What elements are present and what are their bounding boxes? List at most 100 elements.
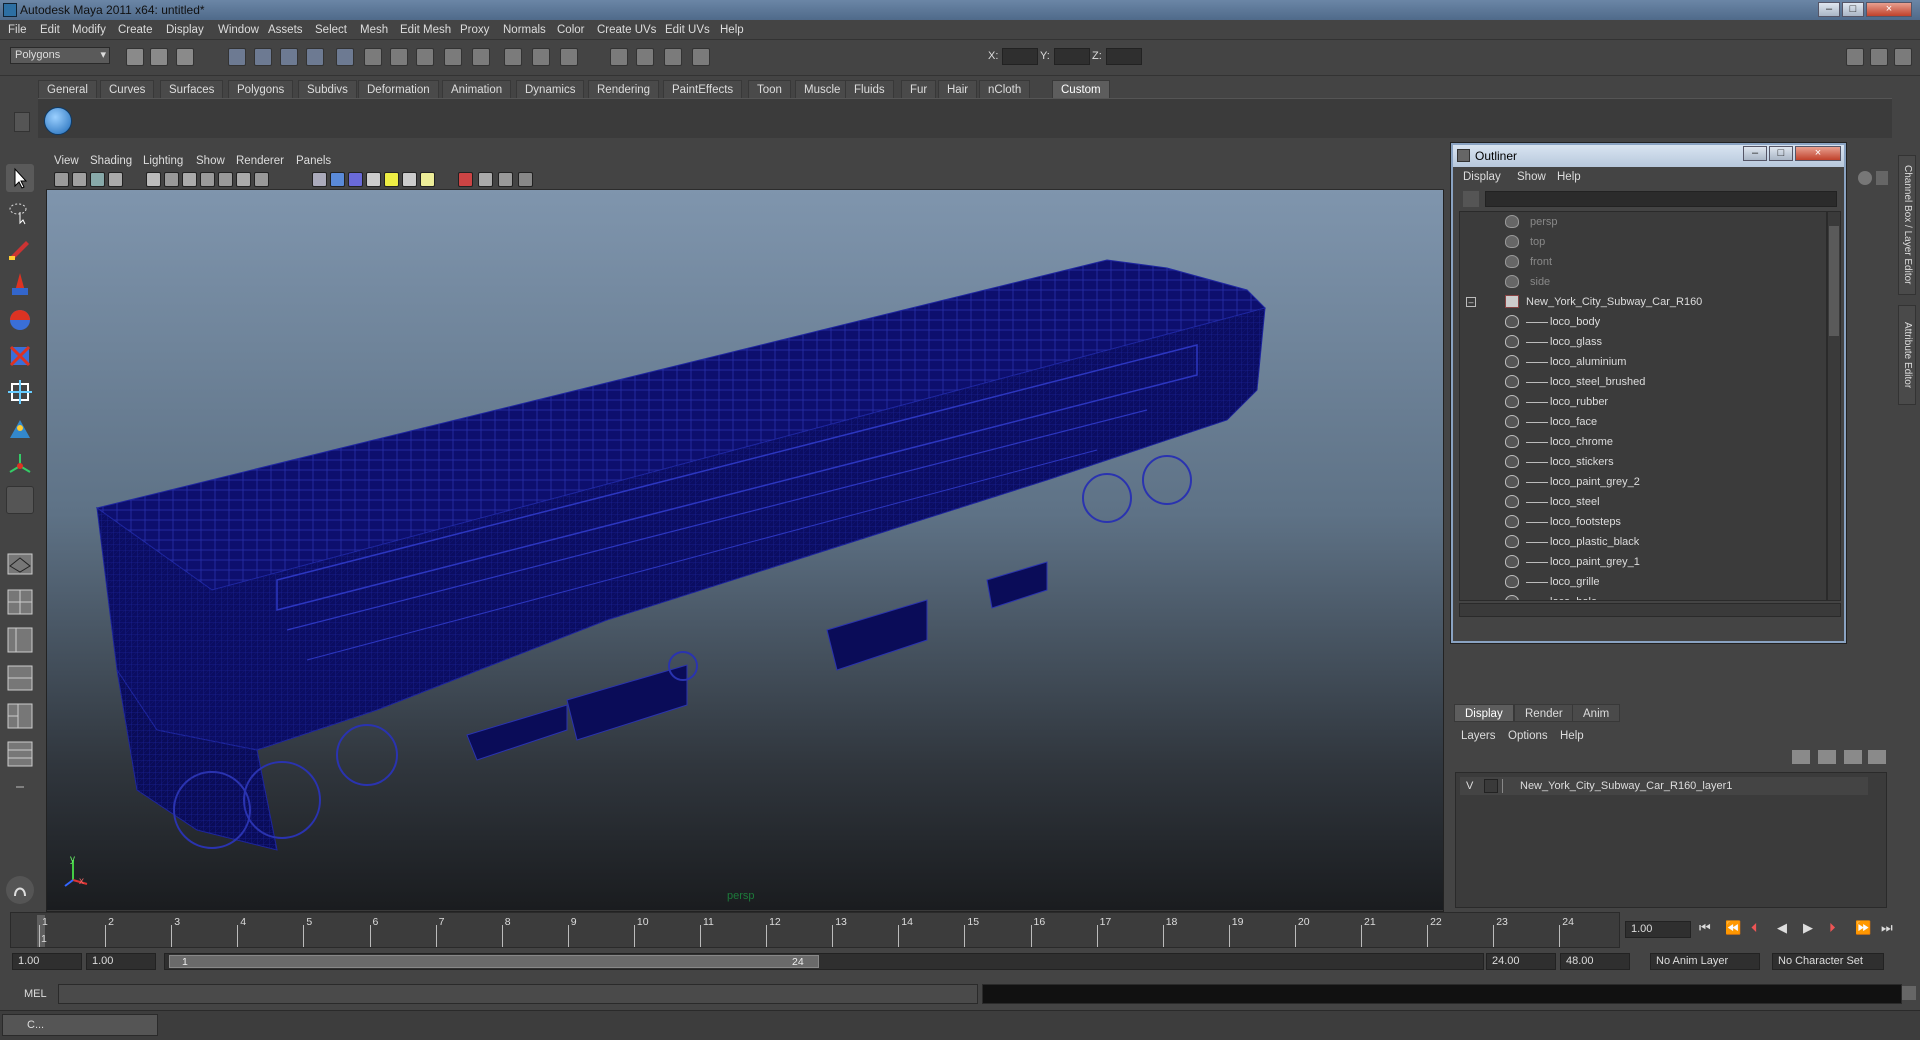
outliner-row-camera[interactable]: side bbox=[1460, 272, 1820, 292]
character-set-select[interactable]: No Character Set bbox=[1772, 953, 1884, 970]
outliner-row-camera[interactable]: top bbox=[1460, 232, 1820, 252]
menu-normals[interactable]: Normals bbox=[503, 24, 546, 36]
paint-select-tool-icon[interactable] bbox=[6, 234, 34, 262]
current-time-field[interactable]: 1.00 bbox=[1625, 921, 1691, 938]
manipulator-tool-icon[interactable] bbox=[6, 378, 34, 406]
attribute-editor-icon[interactable] bbox=[1870, 48, 1888, 66]
shelf-tab-muscle[interactable]: Muscle bbox=[795, 80, 850, 98]
tool-settings-toggle-icon[interactable] bbox=[1894, 48, 1912, 66]
menu-proxy[interactable]: Proxy bbox=[460, 24, 489, 36]
layer-menu-options[interactable]: Options bbox=[1508, 730, 1548, 742]
input-ops-icon[interactable] bbox=[504, 48, 522, 66]
viewport-menu-view[interactable]: View bbox=[54, 155, 79, 167]
move-layer-up-icon[interactable] bbox=[1792, 750, 1810, 764]
command-input[interactable] bbox=[58, 984, 978, 1004]
select-by-hierarchy-icon[interactable] bbox=[228, 48, 246, 66]
layer-tab-anim[interactable]: Anim bbox=[1572, 704, 1621, 722]
custom-shelf-check-icon[interactable] bbox=[44, 107, 72, 135]
render-settings-icon[interactable] bbox=[664, 48, 682, 66]
layer-menu-help[interactable]: Help bbox=[1560, 730, 1584, 742]
wireframe-icon[interactable] bbox=[312, 172, 327, 187]
menu-set-select[interactable]: Polygons bbox=[10, 47, 110, 64]
outliner-close-button[interactable]: × bbox=[1795, 146, 1841, 161]
menu-edit-mesh[interactable]: Edit Mesh bbox=[400, 24, 451, 36]
safe-title-icon[interactable] bbox=[254, 172, 269, 187]
lasso-tool-icon[interactable] bbox=[6, 198, 34, 226]
outliner-row-mesh[interactable]: loco_stickers bbox=[1460, 452, 1820, 472]
outliner-row-mesh[interactable]: loco_footsteps bbox=[1460, 512, 1820, 532]
outliner-minimize-button[interactable]: – bbox=[1743, 146, 1767, 161]
shelf-menu-icon[interactable] bbox=[14, 112, 30, 132]
render-frame-icon[interactable] bbox=[610, 48, 628, 66]
viewport-menu-shading[interactable]: Shading bbox=[90, 155, 132, 167]
outliner-row-mesh[interactable]: loco_paint_grey_2 bbox=[1460, 472, 1820, 492]
outliner-row-camera[interactable]: front bbox=[1460, 252, 1820, 272]
script-editor-icon[interactable] bbox=[1902, 986, 1916, 1000]
shelf-tab-deformation[interactable]: Deformation bbox=[358, 80, 439, 98]
snap-curve-icon[interactable] bbox=[390, 48, 408, 66]
menu-create[interactable]: Create bbox=[118, 24, 153, 36]
shelf-tab-custom[interactable]: Custom bbox=[1052, 80, 1110, 98]
grid-icon[interactable] bbox=[146, 172, 161, 187]
resolution-gate-icon[interactable] bbox=[182, 172, 197, 187]
make-live-icon[interactable] bbox=[472, 48, 490, 66]
sidebar-toggle-icon[interactable] bbox=[1846, 48, 1864, 66]
film-gate-icon[interactable] bbox=[164, 172, 179, 187]
menu-help[interactable]: Help bbox=[720, 24, 744, 36]
outliner-row-mesh[interactable]: loco_face bbox=[1460, 412, 1820, 432]
scale-tool-icon[interactable] bbox=[6, 342, 34, 370]
minimized-window-item[interactable]: C... bbox=[2, 1014, 158, 1036]
playback-start-field[interactable]: 1.00 bbox=[86, 953, 156, 970]
shelf-tab-fur[interactable]: Fur bbox=[901, 80, 937, 98]
snap-point-icon[interactable] bbox=[416, 48, 434, 66]
outliner-row-mesh[interactable]: loco_chrome bbox=[1460, 432, 1820, 452]
outliner-menu-display[interactable]: Display bbox=[1463, 171, 1501, 183]
outliner-row-mesh[interactable]: loco_grille bbox=[1460, 572, 1820, 592]
shelf-tab-general[interactable]: General bbox=[38, 80, 97, 98]
tool-settings-icon[interactable] bbox=[1876, 171, 1888, 185]
shelf-tab-curves[interactable]: Curves bbox=[100, 80, 155, 98]
outliner-row-mesh[interactable]: loco_paint_grey_1 bbox=[1460, 552, 1820, 572]
outliner-vertical-scrollbar[interactable] bbox=[1827, 211, 1841, 601]
start-time-field[interactable]: 1.00 bbox=[12, 953, 82, 970]
menu-mesh[interactable]: Mesh bbox=[360, 24, 388, 36]
gate-mask-icon[interactable] bbox=[200, 172, 215, 187]
viewport-menu-panels[interactable]: Panels bbox=[296, 155, 331, 167]
layer-type-toggle[interactable] bbox=[1484, 779, 1498, 793]
close-button[interactable]: × bbox=[1866, 2, 1912, 17]
move-layer-down-icon[interactable] bbox=[1818, 750, 1836, 764]
outliner-row-group[interactable]: – New_York_City_Subway_Car_R160 bbox=[1460, 292, 1820, 312]
camera-attributes-icon[interactable] bbox=[72, 172, 87, 187]
menu-assets[interactable]: Assets bbox=[268, 24, 303, 36]
shelf-tab-dynamics[interactable]: Dynamics bbox=[516, 80, 585, 98]
shelf-tab-animation[interactable]: Animation bbox=[442, 80, 512, 98]
outliner-menu-show[interactable]: Show bbox=[1517, 171, 1546, 183]
image-plane-icon[interactable] bbox=[108, 172, 123, 187]
isolate-select-icon[interactable] bbox=[458, 172, 473, 187]
tab-channel-box-layer-editor[interactable]: Channel Box / Layer Editor bbox=[1898, 155, 1916, 295]
menu-create-uvs[interactable]: Create UVs bbox=[597, 24, 656, 36]
snap-grid-icon[interactable] bbox=[364, 48, 382, 66]
menu-modify[interactable]: Modify bbox=[72, 24, 106, 36]
channel-box-icon[interactable] bbox=[1858, 171, 1872, 185]
shadows-icon[interactable] bbox=[420, 172, 435, 187]
outliner-search-input[interactable] bbox=[1485, 191, 1837, 207]
rotate-tool-icon[interactable] bbox=[6, 306, 34, 334]
component-xray-icon[interactable] bbox=[518, 172, 533, 187]
layer-row[interactable]: V New_York_City_Subway_Car_R160_layer1 bbox=[1460, 777, 1868, 795]
z-field[interactable] bbox=[1106, 48, 1142, 65]
outliner-menu-help[interactable]: Help bbox=[1557, 171, 1581, 183]
outliner-layout-icon[interactable] bbox=[6, 626, 34, 654]
minimize-button[interactable]: – bbox=[1818, 2, 1840, 17]
shelf-tab-ncloth[interactable]: nCloth bbox=[979, 80, 1031, 98]
xray-joints-icon[interactable] bbox=[498, 172, 513, 187]
smooth-shade-icon[interactable] bbox=[330, 172, 345, 187]
go-to-end-icon[interactable]: ⏭ bbox=[1881, 920, 1893, 936]
last-tool-used-icon[interactable] bbox=[6, 486, 34, 514]
new-layer-selected-icon[interactable] bbox=[1868, 750, 1886, 764]
layer-menu-layers[interactable]: Layers bbox=[1461, 730, 1496, 742]
wireframe-on-shaded-icon[interactable] bbox=[348, 172, 363, 187]
lock-selection-icon[interactable] bbox=[306, 48, 324, 66]
maximize-button[interactable]: □ bbox=[1842, 2, 1864, 17]
move-tool-icon[interactable] bbox=[6, 270, 34, 298]
